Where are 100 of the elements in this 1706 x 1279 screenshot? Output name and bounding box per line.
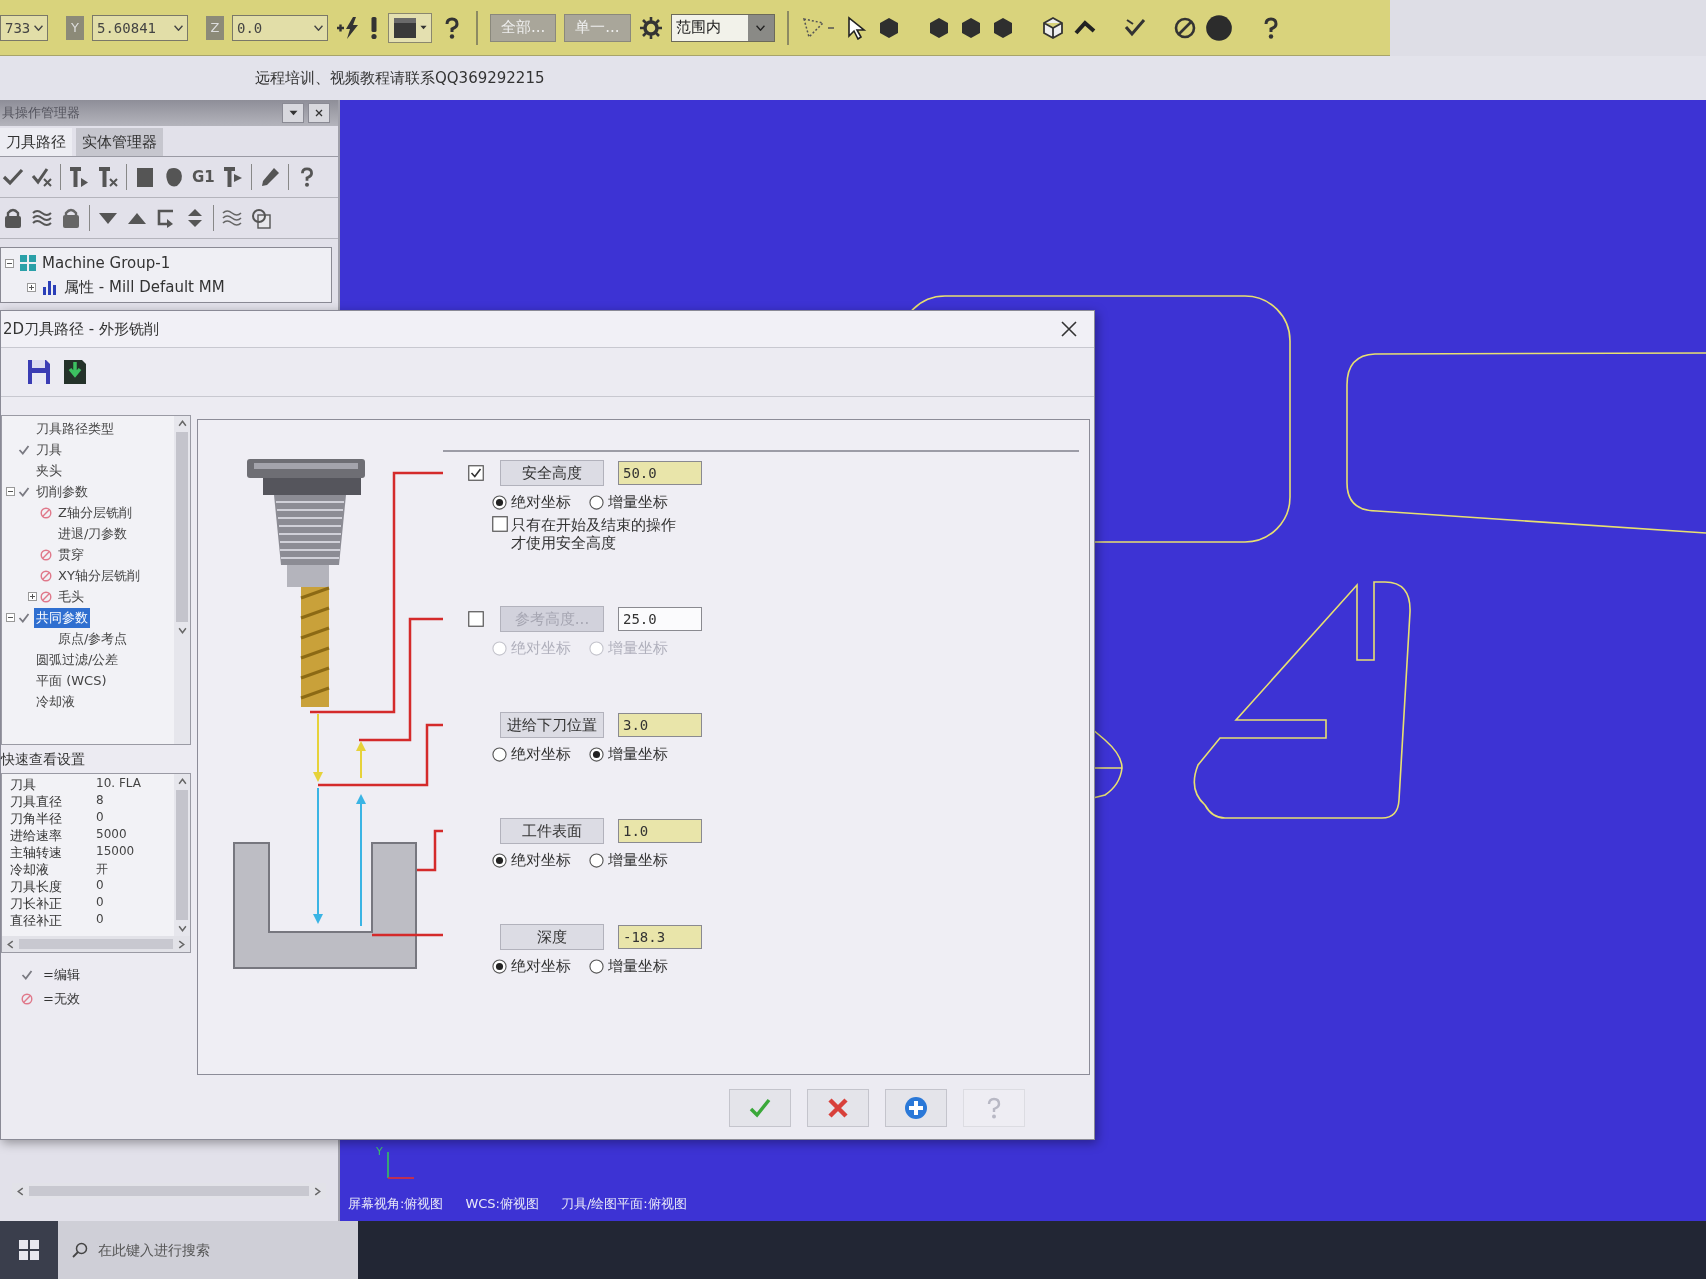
expand-icon[interactable] bbox=[28, 592, 37, 601]
radio-option[interactable]: 增量坐标 bbox=[589, 850, 668, 870]
tree-item[interactable]: 夹头 bbox=[34, 460, 64, 481]
value-field[interactable]: 3.0 bbox=[618, 713, 702, 737]
prohibited-icon[interactable] bbox=[1172, 15, 1197, 40]
radio-icon[interactable] bbox=[492, 958, 507, 974]
tree-item[interactable]: 贯穿 bbox=[56, 544, 86, 565]
save-icon[interactable] bbox=[27, 359, 51, 385]
tree-item[interactable]: 原点/参考点 bbox=[56, 628, 130, 649]
radio-icon[interactable] bbox=[589, 958, 604, 974]
caret-icon[interactable] bbox=[314, 24, 323, 31]
scroll-right-icon[interactable] bbox=[177, 939, 186, 949]
collapse-icon[interactable] bbox=[6, 613, 15, 622]
exclamation-icon[interactable] bbox=[368, 15, 380, 40]
tree-item[interactable]: 共同参数 bbox=[34, 607, 90, 628]
checkbox[interactable] bbox=[492, 516, 508, 532]
lock-icon[interactable] bbox=[2, 207, 24, 229]
tree-item[interactable]: 刀具路径类型 bbox=[34, 418, 116, 439]
value-field[interactable]: -18.3 bbox=[618, 925, 702, 949]
gear-document-icon[interactable] bbox=[250, 207, 272, 229]
value-field[interactable]: 50.0 bbox=[618, 461, 702, 485]
wave-icon[interactable] bbox=[31, 207, 53, 229]
tree-item[interactable]: 刀具 bbox=[34, 439, 64, 460]
caret-icon[interactable] bbox=[174, 24, 183, 31]
cancel-button[interactable] bbox=[807, 1089, 869, 1127]
coordinate-dropdown[interactable]: 5.60841 bbox=[92, 14, 188, 41]
scrollbar-thumb[interactable] bbox=[176, 790, 188, 920]
caret-icon[interactable] bbox=[34, 24, 43, 31]
vertical-scrollbar[interactable] bbox=[174, 774, 190, 936]
tree-item[interactable]: 属性 - Mill Default MM bbox=[64, 277, 225, 297]
radio-icon[interactable] bbox=[589, 494, 604, 510]
expand-icon[interactable] bbox=[27, 282, 36, 292]
close-button[interactable] bbox=[308, 103, 330, 123]
tree-item[interactable]: 切削参数 bbox=[34, 481, 90, 502]
check-cross-icon[interactable] bbox=[31, 166, 53, 188]
scrollbar-thumb[interactable] bbox=[29, 1186, 309, 1196]
radio-icon[interactable] bbox=[589, 746, 604, 762]
start-button[interactable] bbox=[0, 1221, 58, 1279]
height-button[interactable]: 进给下刀位置 bbox=[500, 712, 604, 738]
wave-icon[interactable] bbox=[221, 207, 243, 229]
checkbox[interactable] bbox=[468, 465, 484, 481]
checkbox-option[interactable]: 只有在开始及结束的操作才使用安全高度 bbox=[492, 516, 702, 554]
lock-icon[interactable] bbox=[60, 207, 82, 229]
scroll-down-icon[interactable] bbox=[177, 924, 187, 933]
scroll-left-icon[interactable] bbox=[6, 939, 15, 949]
tab[interactable]: 实体管理器 bbox=[76, 128, 163, 156]
square-icon[interactable] bbox=[134, 166, 156, 188]
collapse-icon[interactable] bbox=[6, 487, 15, 496]
radio-option[interactable]: 绝对坐标 bbox=[492, 956, 571, 976]
vertical-scrollbar[interactable] bbox=[174, 416, 190, 744]
tree-item[interactable]: 平面 (WCS) bbox=[34, 670, 109, 691]
sphere-icon[interactable] bbox=[1204, 13, 1233, 42]
radio-option[interactable]: 绝对坐标 bbox=[492, 850, 571, 870]
radio-option[interactable]: 增量坐标 bbox=[589, 744, 668, 764]
check-icon[interactable] bbox=[2, 166, 24, 188]
radio-option[interactable]: 绝对坐标 bbox=[492, 744, 571, 764]
fill-dropdown-button[interactable] bbox=[388, 12, 432, 43]
scrollbar-thumb[interactable] bbox=[19, 939, 173, 949]
collapse-icon[interactable] bbox=[5, 258, 14, 268]
tree-item[interactable]: 圆弧过滤/公差 bbox=[34, 649, 121, 670]
cube-icon[interactable] bbox=[1040, 15, 1065, 40]
tree-item[interactable]: 冷却液 bbox=[34, 691, 77, 712]
scroll-right-icon[interactable] bbox=[313, 1186, 322, 1196]
height-button[interactable]: 安全高度 bbox=[500, 460, 604, 486]
radio-icon[interactable] bbox=[492, 494, 507, 510]
value-field[interactable]: 1.0 bbox=[618, 819, 702, 843]
range-dropdown[interactable]: 范围内 bbox=[670, 13, 775, 42]
tab[interactable]: 刀具路径 bbox=[0, 128, 72, 156]
coordinate-dropdown[interactable]: 733 bbox=[0, 14, 48, 41]
search-field[interactable]: 在此键入进行搜索 bbox=[58, 1221, 358, 1279]
toolbar-button[interactable]: G1 bbox=[192, 168, 215, 186]
tool-cross-icon[interactable] bbox=[97, 166, 119, 188]
tree-item[interactable]: XY轴分层铣削 bbox=[56, 565, 142, 586]
scroll-down-icon[interactable] bbox=[177, 626, 187, 635]
tool-arrow-icon[interactable] bbox=[221, 166, 244, 188]
horizontal-scrollbar[interactable] bbox=[2, 936, 190, 952]
tree-item[interactable]: Z轴分层铣削 bbox=[56, 502, 134, 523]
tree-item[interactable]: 进退/刀参数 bbox=[56, 523, 130, 544]
tool-arrow-icon[interactable] bbox=[68, 166, 90, 188]
radio-icon[interactable] bbox=[589, 852, 604, 868]
tree-item[interactable]: 毛头 bbox=[56, 586, 86, 607]
radio-option[interactable]: 增量坐标 bbox=[589, 956, 668, 976]
radio-option[interactable]: 绝对坐标 bbox=[492, 492, 571, 512]
add-button[interactable] bbox=[885, 1089, 947, 1127]
scroll-up-icon[interactable] bbox=[177, 777, 187, 786]
radio-option[interactable]: 增量坐标 bbox=[589, 492, 668, 512]
dashed-triangle-icon[interactable] bbox=[800, 15, 837, 40]
radio-icon[interactable] bbox=[492, 852, 507, 868]
scroll-up-icon[interactable] bbox=[177, 419, 187, 428]
scroll-left-icon[interactable] bbox=[16, 1186, 25, 1196]
height-button[interactable]: 工件表面 bbox=[500, 818, 604, 844]
tree-item[interactable]: Machine Group-1 bbox=[42, 254, 171, 272]
blob-icon[interactable] bbox=[163, 166, 185, 188]
dropdown-button[interactable] bbox=[282, 103, 304, 123]
coordinate-dropdown[interactable]: 0.0 bbox=[232, 14, 328, 41]
height-button[interactable]: 深度 bbox=[500, 924, 604, 950]
gear-icon[interactable] bbox=[638, 15, 663, 40]
radio-icon[interactable] bbox=[492, 746, 507, 762]
bolt-icon[interactable] bbox=[336, 15, 360, 40]
scrollbar-thumb[interactable] bbox=[176, 432, 188, 622]
